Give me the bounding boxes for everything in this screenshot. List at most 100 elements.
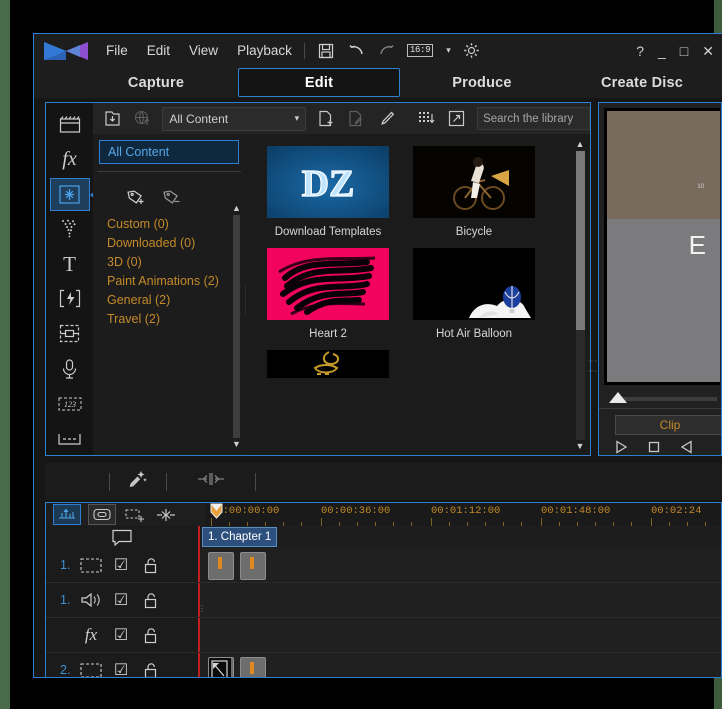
- thumbnail-item[interactable]: DZ Download Templates: [267, 146, 389, 238]
- panel-resize-grip[interactable]: ⋮⋮: [587, 357, 598, 377]
- track-header-video-1[interactable]: 1. ☑: [46, 548, 198, 582]
- edit-file-icon[interactable]: [346, 108, 366, 129]
- scrollbar-thumb[interactable]: [575, 151, 585, 331]
- scroll-down-icon[interactable]: ▼: [576, 442, 585, 451]
- pencil-icon[interactable]: [377, 108, 397, 129]
- category-item-paint-animations[interactable]: Paint Animations (2): [107, 274, 245, 288]
- track-header-audio-1[interactable]: 1. ☑: [46, 583, 198, 617]
- tab-create-disc[interactable]: Create Disc: [562, 67, 722, 98]
- thumbnail-item[interactable]: Bicycle: [413, 146, 535, 238]
- magic-wand-icon[interactable]: [128, 469, 148, 494]
- category-item-custom[interactable]: Custom (0): [107, 217, 245, 231]
- video-track-icon[interactable]: [76, 662, 106, 677]
- track-lane-video-1[interactable]: [198, 548, 721, 582]
- add-tag-icon[interactable]: [127, 189, 146, 211]
- timeline-ruler[interactable]: 00:00:00:00 00:00:36:00 00:01:12:00 00:0…: [205, 503, 721, 526]
- category-item-general[interactable]: General (2): [107, 293, 245, 307]
- previous-icon[interactable]: [679, 439, 695, 455]
- unlocked-padlock-icon[interactable]: [136, 557, 166, 574]
- preview-stage[interactable]: 10 E: [604, 108, 720, 385]
- menu-view[interactable]: View: [189, 43, 218, 58]
- tab-capture[interactable]: Capture: [76, 67, 236, 98]
- track-visibility-checkbox[interactable]: ☑: [106, 590, 136, 610]
- menu-file[interactable]: File: [106, 43, 128, 58]
- search-input[interactable]: Search the library: [477, 107, 591, 130]
- audio-track-icon[interactable]: [76, 592, 106, 608]
- clip-mode-button[interactable]: Clip: [615, 415, 721, 435]
- unlocked-padlock-icon[interactable]: [136, 627, 166, 644]
- track-header-fx[interactable]: fx ☑: [46, 618, 198, 652]
- timeline-clip[interactable]: [208, 657, 234, 677]
- remove-tag-icon[interactable]: [163, 189, 182, 211]
- rail-voice-over-button[interactable]: [50, 352, 90, 385]
- thumbnail-item[interactable]: Heart 2: [267, 248, 389, 340]
- chapter-marker[interactable]: 1. Chapter 1: [202, 527, 278, 547]
- rail-transitions-button[interactable]: [49, 177, 97, 211]
- rail-title-button[interactable]: T: [50, 248, 90, 281]
- thumbnail-item[interactable]: [267, 350, 389, 378]
- chapter-track[interactable]: 1. Chapter 1: [198, 526, 721, 548]
- add-new-icon[interactable]: [316, 108, 336, 129]
- ripple-edit-button[interactable]: [154, 505, 178, 524]
- thumbnail-image-partial-gold[interactable]: [267, 350, 389, 378]
- sort-grid-icon[interactable]: [417, 108, 437, 129]
- help-button[interactable]: ?: [636, 44, 644, 58]
- maximize-button[interactable]: □: [680, 44, 688, 58]
- thumbnail-image-bicycle[interactable]: [413, 146, 535, 218]
- comment-icon[interactable]: [46, 529, 198, 546]
- close-button[interactable]: ✕: [702, 44, 714, 58]
- content-filter-dropdown[interactable]: All Content ▾: [162, 106, 307, 131]
- preview-scrubber[interactable]: [605, 392, 717, 403]
- track-lane-video-2[interactable]: [198, 653, 721, 677]
- scrubber-handle[interactable]: [609, 392, 627, 403]
- video-track-icon[interactable]: [76, 557, 106, 573]
- collapse-panel-button[interactable]: ❮: [245, 284, 246, 316]
- gear-icon[interactable]: [462, 41, 481, 60]
- track-lane-fx[interactable]: [198, 618, 721, 652]
- scroll-up-icon[interactable]: ▲: [232, 204, 241, 213]
- unlocked-padlock-icon[interactable]: [136, 592, 166, 609]
- storyboard-view-button[interactable]: [88, 504, 116, 525]
- rail-media-library-button[interactable]: [50, 108, 90, 141]
- timeline-view-button[interactable]: [53, 504, 81, 525]
- category-item-downloaded[interactable]: Downloaded (0): [107, 236, 245, 250]
- unlocked-padlock-icon[interactable]: [136, 662, 166, 677]
- rail-graphic-frame-button[interactable]: [50, 317, 90, 350]
- rail-numbering-button[interactable]: 123: [50, 387, 90, 420]
- rail-flash-overlay-button[interactable]: [50, 283, 90, 316]
- track-visibility-checkbox[interactable]: ☑: [106, 625, 136, 645]
- thumbnail-image-hot-air-balloon[interactable]: [413, 248, 535, 320]
- chevron-down-icon[interactable]: ▾: [446, 45, 451, 56]
- thumbnail-scrollbar[interactable]: ▲ ▼: [574, 140, 586, 451]
- scrollbar-track[interactable]: [575, 151, 585, 440]
- category-item-travel[interactable]: Travel (2): [107, 312, 245, 326]
- rail-fx-button[interactable]: fx: [50, 143, 90, 176]
- tab-produce[interactable]: Produce: [402, 67, 562, 98]
- save-icon[interactable]: [317, 41, 336, 60]
- thumbnail-image-heart2[interactable]: [267, 248, 389, 320]
- track-visibility-checkbox[interactable]: ☑: [106, 555, 136, 575]
- scrollbar-thumb[interactable]: [233, 215, 240, 438]
- track-header-video-2[interactable]: 2. ☑: [46, 653, 198, 677]
- tab-edit[interactable]: Edit: [238, 68, 400, 97]
- undo-icon[interactable]: [347, 41, 366, 60]
- playhead-marker-icon[interactable]: [210, 503, 223, 520]
- scroll-down-icon[interactable]: ▼: [232, 440, 241, 449]
- rail-particle-effects-button[interactable]: [50, 213, 90, 246]
- track-panel-grip[interactable]: ⋮: [198, 605, 206, 613]
- thumbnail-image-download-templates[interactable]: DZ: [267, 146, 389, 218]
- play-icon[interactable]: [613, 439, 629, 455]
- track-lane-audio-1[interactable]: [198, 583, 721, 617]
- aspect-ratio-badge[interactable]: 16:9: [406, 44, 434, 57]
- scroll-up-icon[interactable]: ▲: [576, 140, 585, 149]
- stop-icon[interactable]: [646, 439, 662, 455]
- redo-icon[interactable]: [377, 41, 396, 60]
- menu-edit[interactable]: Edit: [147, 43, 170, 58]
- import-media-icon[interactable]: [102, 108, 122, 129]
- timeline-clip[interactable]: [240, 552, 266, 580]
- rail-dashed-line-button[interactable]: [50, 422, 90, 455]
- scrubber-track[interactable]: [619, 397, 717, 401]
- minimize-button[interactable]: _: [658, 44, 666, 58]
- menu-playback[interactable]: Playback: [237, 43, 292, 58]
- add-track-button[interactable]: [123, 505, 147, 524]
